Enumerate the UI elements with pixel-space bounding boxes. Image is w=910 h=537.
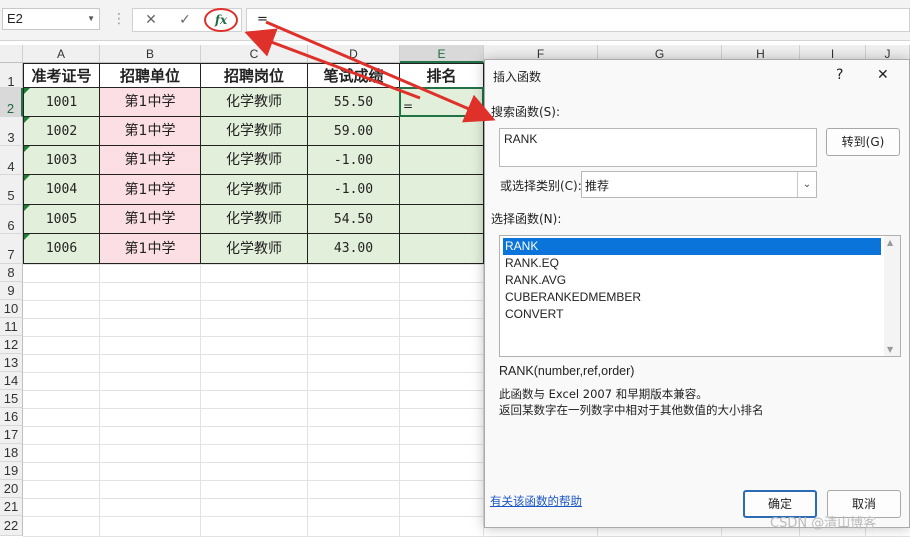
arrow-to-dialog bbox=[265, 20, 496, 123]
arrow-to-fx bbox=[244, 28, 421, 100]
annotation-arrows bbox=[244, 20, 496, 123]
watermark: CSDN @清山博客 bbox=[770, 516, 877, 531]
